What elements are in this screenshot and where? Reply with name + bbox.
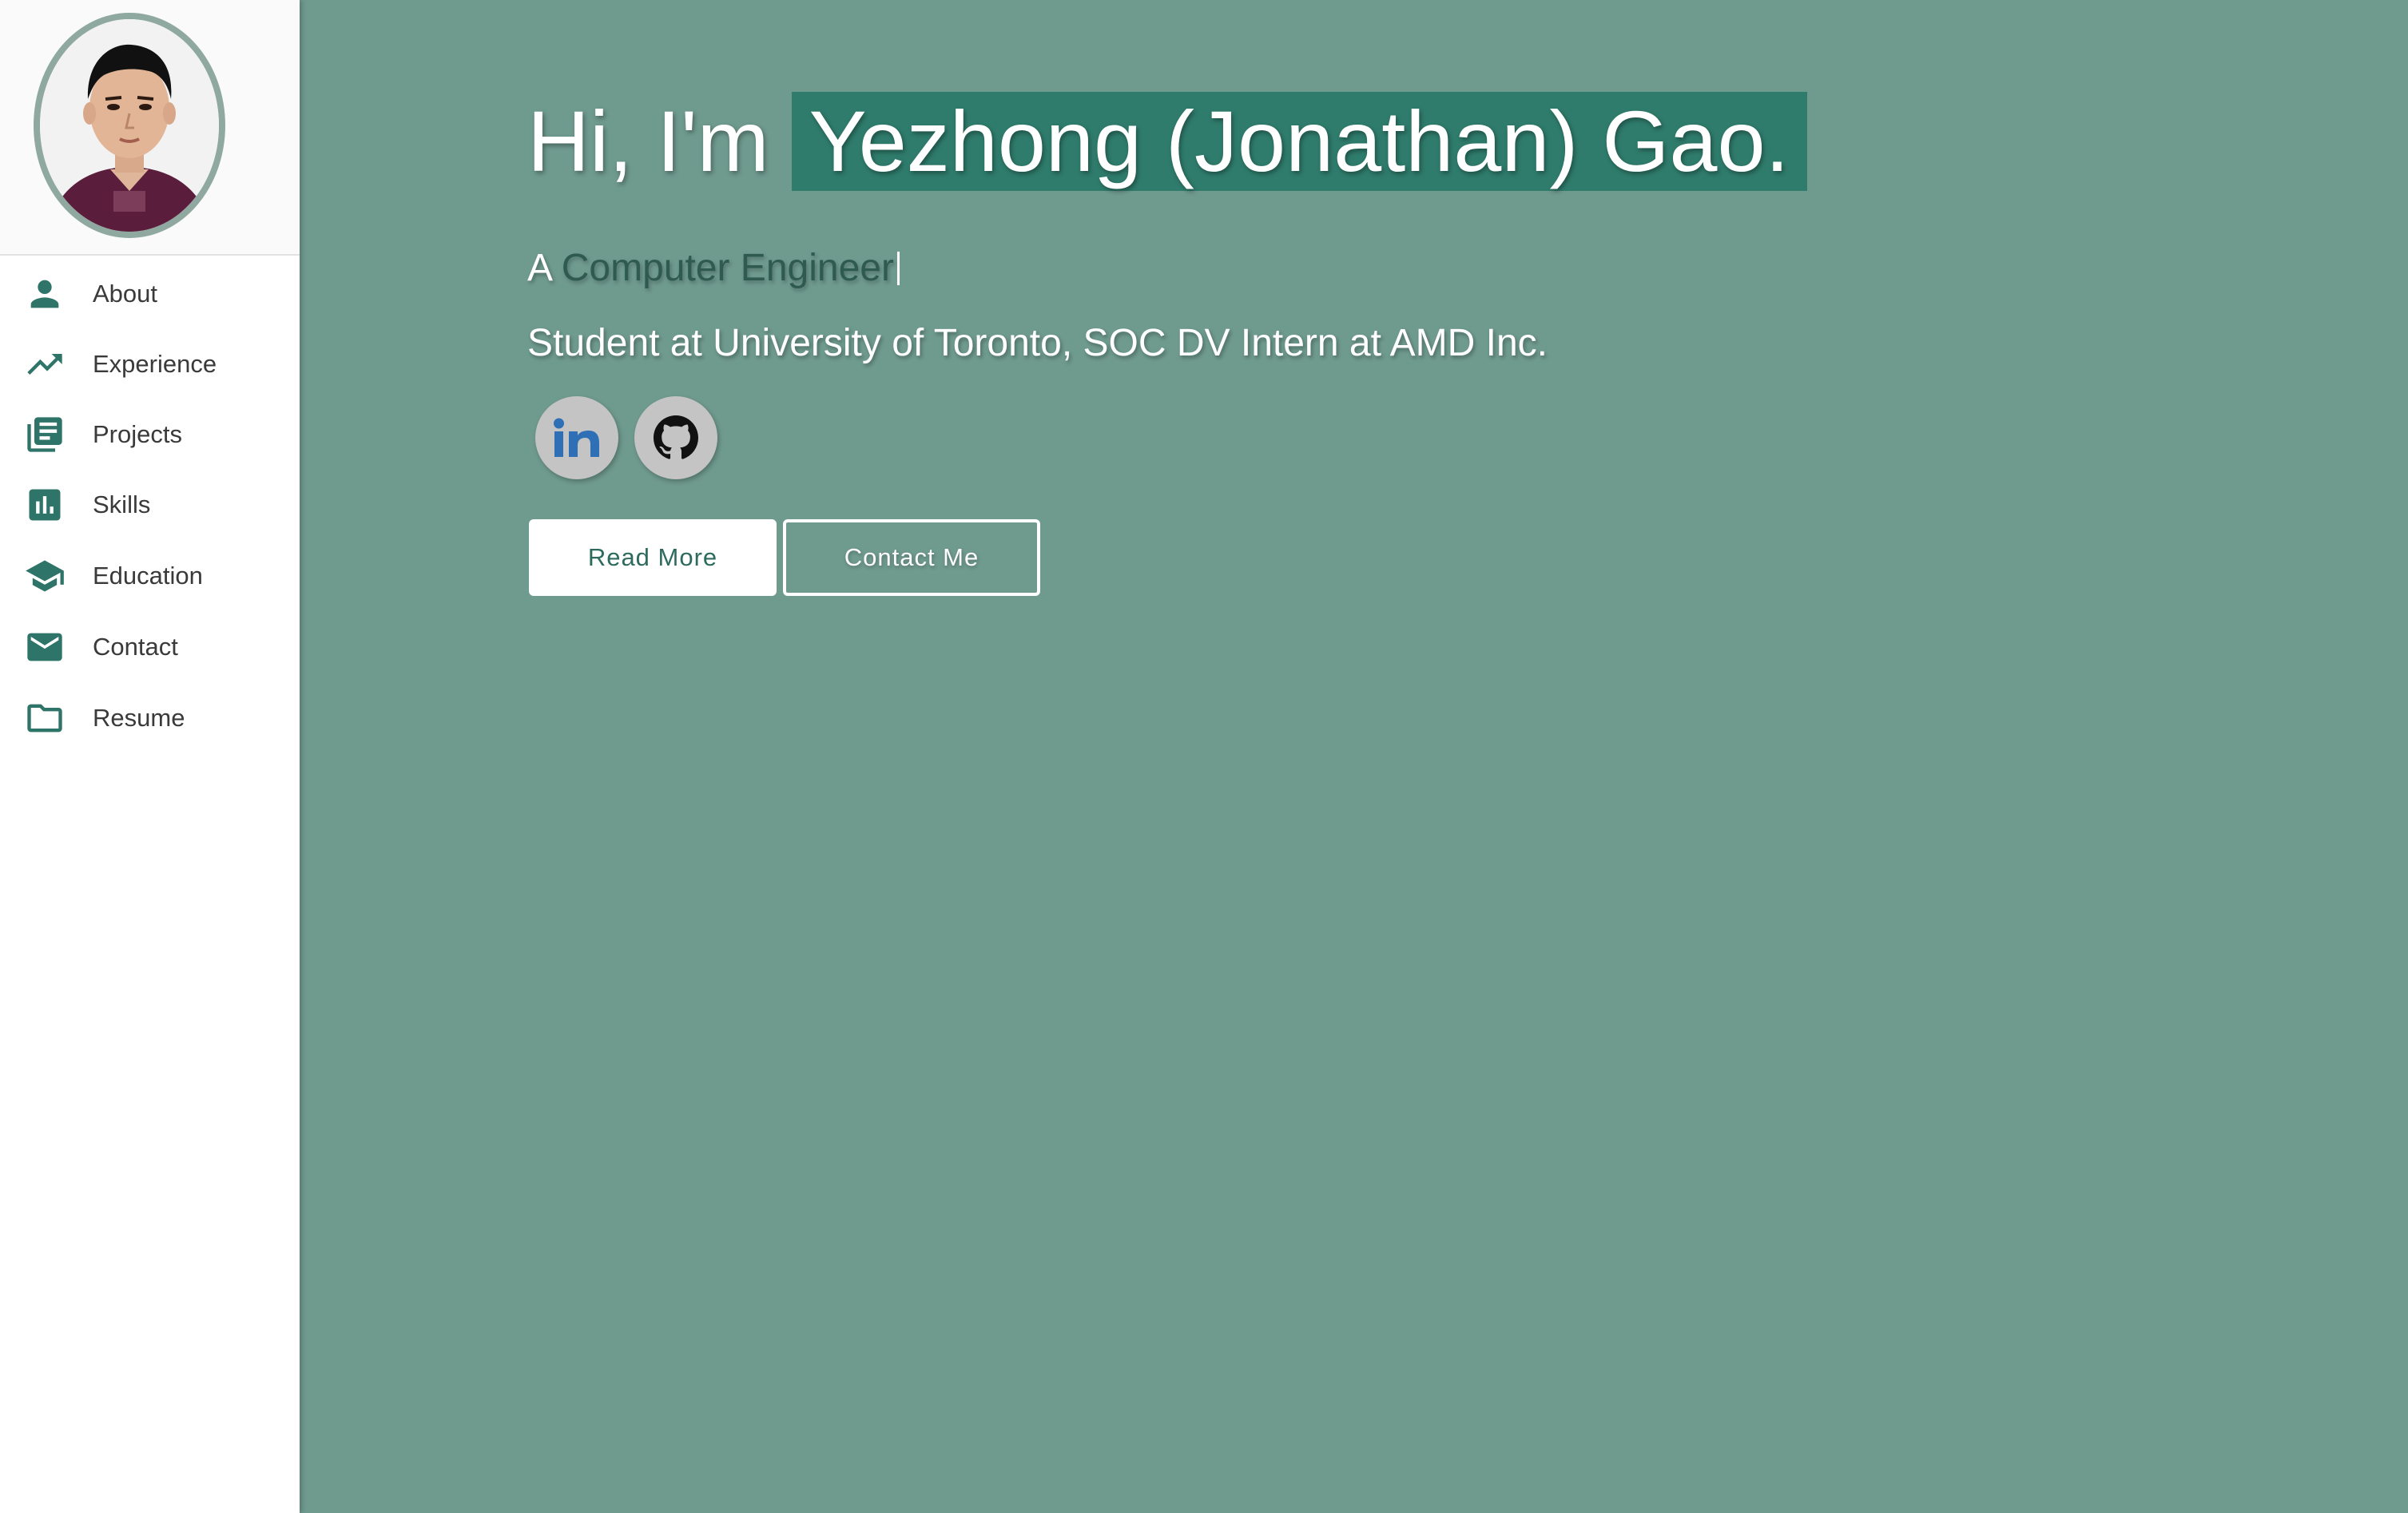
contact-me-button[interactable]: Contact Me bbox=[783, 519, 1040, 596]
typing-caret bbox=[896, 252, 900, 285]
role-line: A Computer Engineer bbox=[527, 244, 900, 292]
role-typed-text: Computer Engineer bbox=[561, 247, 894, 289]
sidebar-item-label: Resume bbox=[93, 704, 185, 732]
mail-icon bbox=[22, 626, 67, 668]
hero-subtitle: Student at University of Toronto, SOC DV… bbox=[527, 322, 1548, 364]
hero-name: Yezhong (Jonathan) Gao. bbox=[791, 92, 1807, 191]
trending-up-icon bbox=[22, 344, 67, 385]
linkedin-icon bbox=[551, 415, 602, 460]
role-prefix: A bbox=[527, 247, 551, 289]
sidebar-item-label: Contact bbox=[93, 633, 178, 661]
library-books-icon bbox=[22, 414, 67, 455]
linkedin-link[interactable] bbox=[535, 396, 618, 479]
sidebar-item-label: Education bbox=[93, 562, 203, 590]
graduation-cap-icon bbox=[22, 555, 67, 597]
read-more-button[interactable]: Read More bbox=[529, 519, 777, 596]
github-icon bbox=[654, 415, 698, 460]
sidebar-item-label: Projects bbox=[93, 420, 182, 448]
sidebar-item-education[interactable]: Education bbox=[0, 541, 300, 611]
bar-chart-icon bbox=[22, 484, 67, 526]
person-icon bbox=[22, 273, 67, 315]
hero-greeting: Hi, I'm bbox=[527, 93, 769, 189]
sidebar-item-contact[interactable]: Contact bbox=[0, 612, 300, 682]
sidebar-item-label: Skills bbox=[93, 490, 151, 518]
sidebar-item-label: Experience bbox=[93, 350, 217, 378]
hero-title: Hi, I'm Yezhong (Jonathan) Gao. bbox=[527, 89, 1807, 193]
sidebar-item-resume[interactable]: Resume bbox=[0, 683, 300, 753]
sidebar-item-projects[interactable]: Projects bbox=[0, 399, 300, 470]
folder-icon bbox=[22, 697, 67, 739]
sidebar-item-label: About bbox=[93, 280, 158, 308]
sidebar-item-skills[interactable]: Skills bbox=[0, 470, 300, 540]
github-link[interactable] bbox=[634, 396, 717, 479]
avatar bbox=[34, 13, 225, 238]
profile-area bbox=[0, 0, 300, 256]
sidebar-item-about[interactable]: About bbox=[0, 259, 300, 329]
sidebar: About Experience Projects Skills Educati… bbox=[0, 0, 300, 1513]
sidebar-item-experience[interactable]: Experience bbox=[0, 329, 300, 399]
